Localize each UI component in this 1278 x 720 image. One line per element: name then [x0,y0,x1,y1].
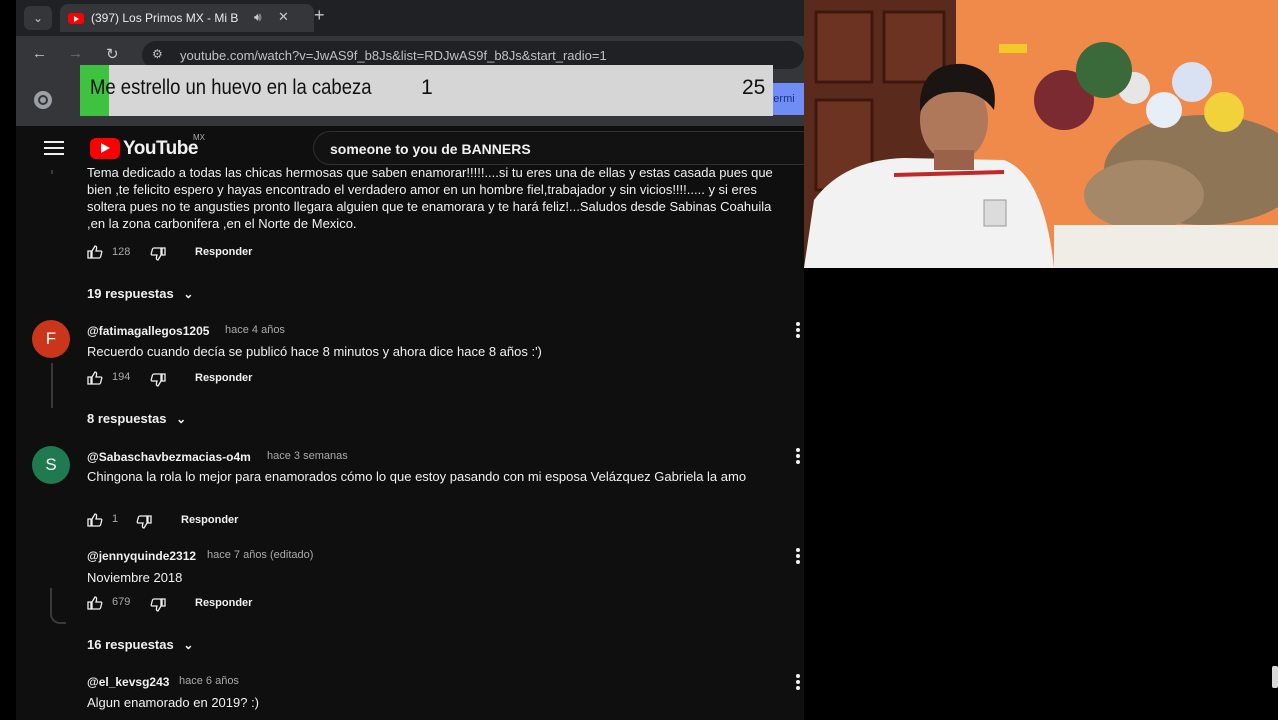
site-settings-icon[interactable]: ⚙ [152,47,163,61]
comment-author[interactable]: @Sabaschavbezmacias-o4m [87,450,251,464]
search-query: someone to you de BANNERS [330,141,531,157]
reply-button[interactable]: Responder [181,514,238,526]
new-tab-icon[interactable]: + [314,5,325,26]
search-input[interactable]: someone to you de BANNERS [313,131,804,165]
youtube-favicon-icon [68,13,84,24]
chevron-down-icon: ⌄ [183,638,194,652]
tab-title: (397) Los Primos MX - Mi B [91,11,239,25]
comment-time[interactable]: hace 7 años (editado) [207,549,313,561]
dislike-icon[interactable] [136,515,152,529]
active-tab[interactable]: (397) Los Primos MX - Mi B 🔊︎ ✕ [60,4,314,32]
reply-button[interactable]: Responder [195,372,252,384]
thread-line [51,363,53,408]
comment-time[interactable]: hace 3 semanas [267,450,348,462]
banner-total: 25 [742,76,766,99]
avatar[interactable]: S [32,446,70,484]
comment-time[interactable]: hace 6 años [179,675,239,687]
avatar-letter: S [45,455,57,474]
like-count: 194 [112,371,131,383]
replies-toggle[interactable]: 16 respuestas ⌄ [87,637,193,652]
menu-icon[interactable] [44,141,64,155]
scrollbar-thumb[interactable] [1272,666,1278,688]
dislike-icon[interactable] [150,373,166,387]
audio-playing-icon[interactable]: 🔊︎ [254,10,262,25]
chrome-icon[interactable] [34,91,52,109]
comment-time[interactable]: hace 4 años [225,324,285,336]
reload-icon[interactable]: ↻ [106,45,119,63]
dislike-icon[interactable] [150,247,166,261]
tab-search-button[interactable]: ⌄ [24,6,52,30]
chevron-down-icon: ⌄ [176,412,187,426]
screen: ⌄ (397) Los Primos MX - Mi B 🔊︎ ✕ + ← → … [0,0,1278,720]
replies-toggle[interactable]: 19 respuestas ⌄ [87,286,193,301]
comment-text: Noviembre 2018 [87,570,183,585]
country-code: MX [193,133,205,142]
comment-author[interactable]: @fatimagallegos1205 [87,324,209,338]
like-icon[interactable] [87,245,103,259]
chevron-down-icon: ⌄ [183,287,194,301]
avatar-letter: F [45,329,57,348]
thread-connector [50,588,66,624]
replies-toggle[interactable]: 8 respuestas ⌄ [87,411,186,426]
like-icon[interactable] [87,596,103,610]
thread-line [51,170,53,174]
comment-text: Recuerdo cuando decía se publicó hace 8 … [87,344,542,359]
youtube-logo-icon[interactable] [90,138,120,159]
back-icon[interactable]: ← [32,45,47,62]
replies-label: 19 respuestas [87,286,174,301]
banner-title: Me estrello un huevo en la cabeza [90,76,372,99]
webcam-feed [804,0,1278,268]
like-count: 128 [112,246,131,258]
dislike-icon[interactable] [150,598,166,612]
reply-button[interactable]: Responder [195,246,252,258]
more-actions-icon[interactable] [796,448,800,464]
avatar[interactable]: F [32,320,70,358]
replies-label: 16 respuestas [87,637,174,652]
comments-section: Tema dedicado a todas las chicas hermosa… [16,165,804,720]
comment-text: Chingona la rola lo mejor para enamorado… [87,469,747,484]
banner-count: 1 [421,76,433,99]
like-icon[interactable] [87,513,103,527]
more-actions-icon[interactable] [796,548,800,564]
youtube-logo-text[interactable]: YouTube [123,138,198,160]
tab-strip: ⌄ (397) Los Primos MX - Mi B 🔊︎ ✕ + [16,0,804,36]
song-banner: Me estrello un huevo en la cabeza 1 25 [80,65,773,116]
comment-author[interactable]: @el_kevsg243 [87,675,169,689]
reply-button[interactable]: Responder [195,597,252,609]
like-count: 1 [112,513,119,525]
more-actions-icon[interactable] [796,674,800,690]
replies-label: 8 respuestas [87,411,167,426]
comment-text: Algun enamorado en 2019? :) [87,695,260,710]
url-text: youtube.com/watch?v=JwAS9f_b8Js&list=RDJ… [180,48,607,63]
comment-text: Tema dedicado a todas las chicas hermosa… [87,165,773,231]
like-icon[interactable] [87,371,103,385]
browser-window: ⌄ (397) Los Primos MX - Mi B 🔊︎ ✕ + ← → … [16,0,804,720]
comment-author[interactable]: @jennyquinde2312 [87,549,196,563]
like-count: 679 [112,596,131,608]
more-actions-icon[interactable] [796,322,800,338]
close-tab-icon[interactable]: ✕ [278,9,289,25]
forward-icon[interactable]: → [68,45,83,62]
